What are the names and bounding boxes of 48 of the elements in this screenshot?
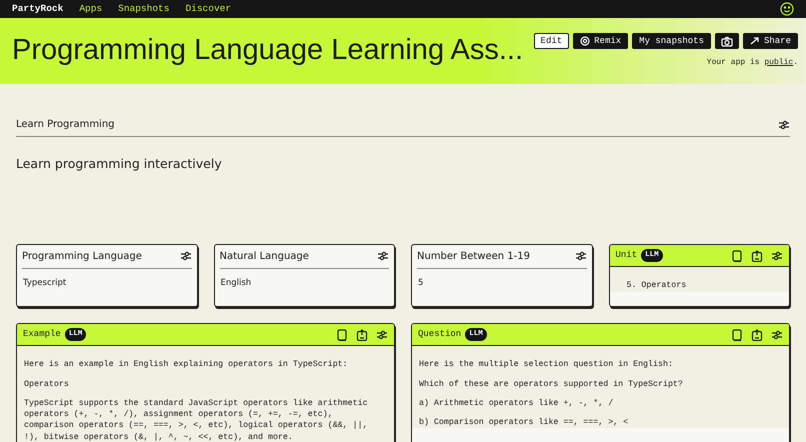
app-description: Learn programming interactively bbox=[16, 155, 223, 173]
widget-title: Question bbox=[418, 328, 462, 341]
output-text: Which of these are operators supported in TypeScript? bbox=[419, 378, 684, 390]
arrow-icon bbox=[750, 36, 760, 46]
widget-value: Typescript bbox=[22, 276, 68, 290]
widget-title: Example bbox=[23, 328, 61, 341]
remix-icon bbox=[580, 36, 590, 46]
share-button[interactable]: Share bbox=[742, 33, 798, 49]
remix-button[interactable]: Remix bbox=[573, 33, 628, 49]
settings-icon[interactable] bbox=[778, 118, 790, 130]
settings-icon[interactable] bbox=[771, 250, 783, 262]
brand-logo[interactable]: PartyRock bbox=[12, 2, 64, 16]
widget-title: Programming Language bbox=[22, 250, 142, 264]
copy-icon[interactable] bbox=[731, 328, 743, 340]
edit-button[interactable]: Edit bbox=[534, 33, 570, 49]
output-text: TypeScript supports the standard JavaScript operators like arithmetic operators (+, -, *, /), assignment operators (=, +=, -=, etc), comparison operators (==, ===, >, <, etc), logical operators (&&, ||, !), bitwise operators (&, |, ^, ~, <<, etc), and more. bbox=[24, 398, 369, 442]
output-text: 5. Operators bbox=[625, 280, 688, 292]
copy-icon[interactable] bbox=[336, 328, 348, 340]
settings-icon[interactable] bbox=[180, 250, 192, 262]
widget-title: Natural Language bbox=[220, 250, 309, 264]
export-icon[interactable] bbox=[751, 250, 763, 262]
widget-value: English bbox=[220, 276, 252, 290]
public-link[interactable]: public bbox=[764, 58, 794, 67]
output-text: b) Comparison operators like ==, ===, >, < bbox=[419, 417, 630, 428]
export-icon[interactable] bbox=[751, 328, 763, 340]
visibility-text: Your app is public. bbox=[706, 57, 798, 69]
widget-value: 5 bbox=[417, 276, 424, 290]
export-icon[interactable] bbox=[356, 328, 368, 340]
smiley-icon[interactable] bbox=[780, 2, 794, 16]
settings-icon[interactable] bbox=[574, 250, 586, 262]
settings-icon[interactable] bbox=[376, 328, 388, 340]
settings-icon[interactable] bbox=[377, 250, 389, 262]
output-text: Operators bbox=[24, 378, 70, 390]
app-title: Programming Language Learning Ass... bbox=[12, 33, 524, 68]
section-title: Learn Programming bbox=[16, 118, 115, 132]
nav-link[interactable]: Snapshots bbox=[118, 2, 170, 16]
widget-title: Number Between 1-19 bbox=[417, 250, 530, 264]
output-text: Here is an example in English explaining operators in TypeScript: bbox=[24, 359, 349, 371]
widget-title: Unit bbox=[616, 248, 638, 262]
camera-icon bbox=[720, 36, 733, 46]
output-text: a) Arithmetic operators like +, -, *, / bbox=[419, 398, 614, 410]
settings-icon[interactable] bbox=[771, 328, 783, 340]
nav-link[interactable]: Discover bbox=[185, 2, 232, 16]
snapshots-button[interactable]: My snapshots bbox=[632, 33, 711, 49]
output-text: Here is the multiple selection question in English: bbox=[419, 359, 674, 371]
nav-link[interactable]: Apps bbox=[79, 2, 102, 16]
copy-icon[interactable] bbox=[731, 250, 743, 262]
camera-button[interactable] bbox=[714, 33, 739, 49]
